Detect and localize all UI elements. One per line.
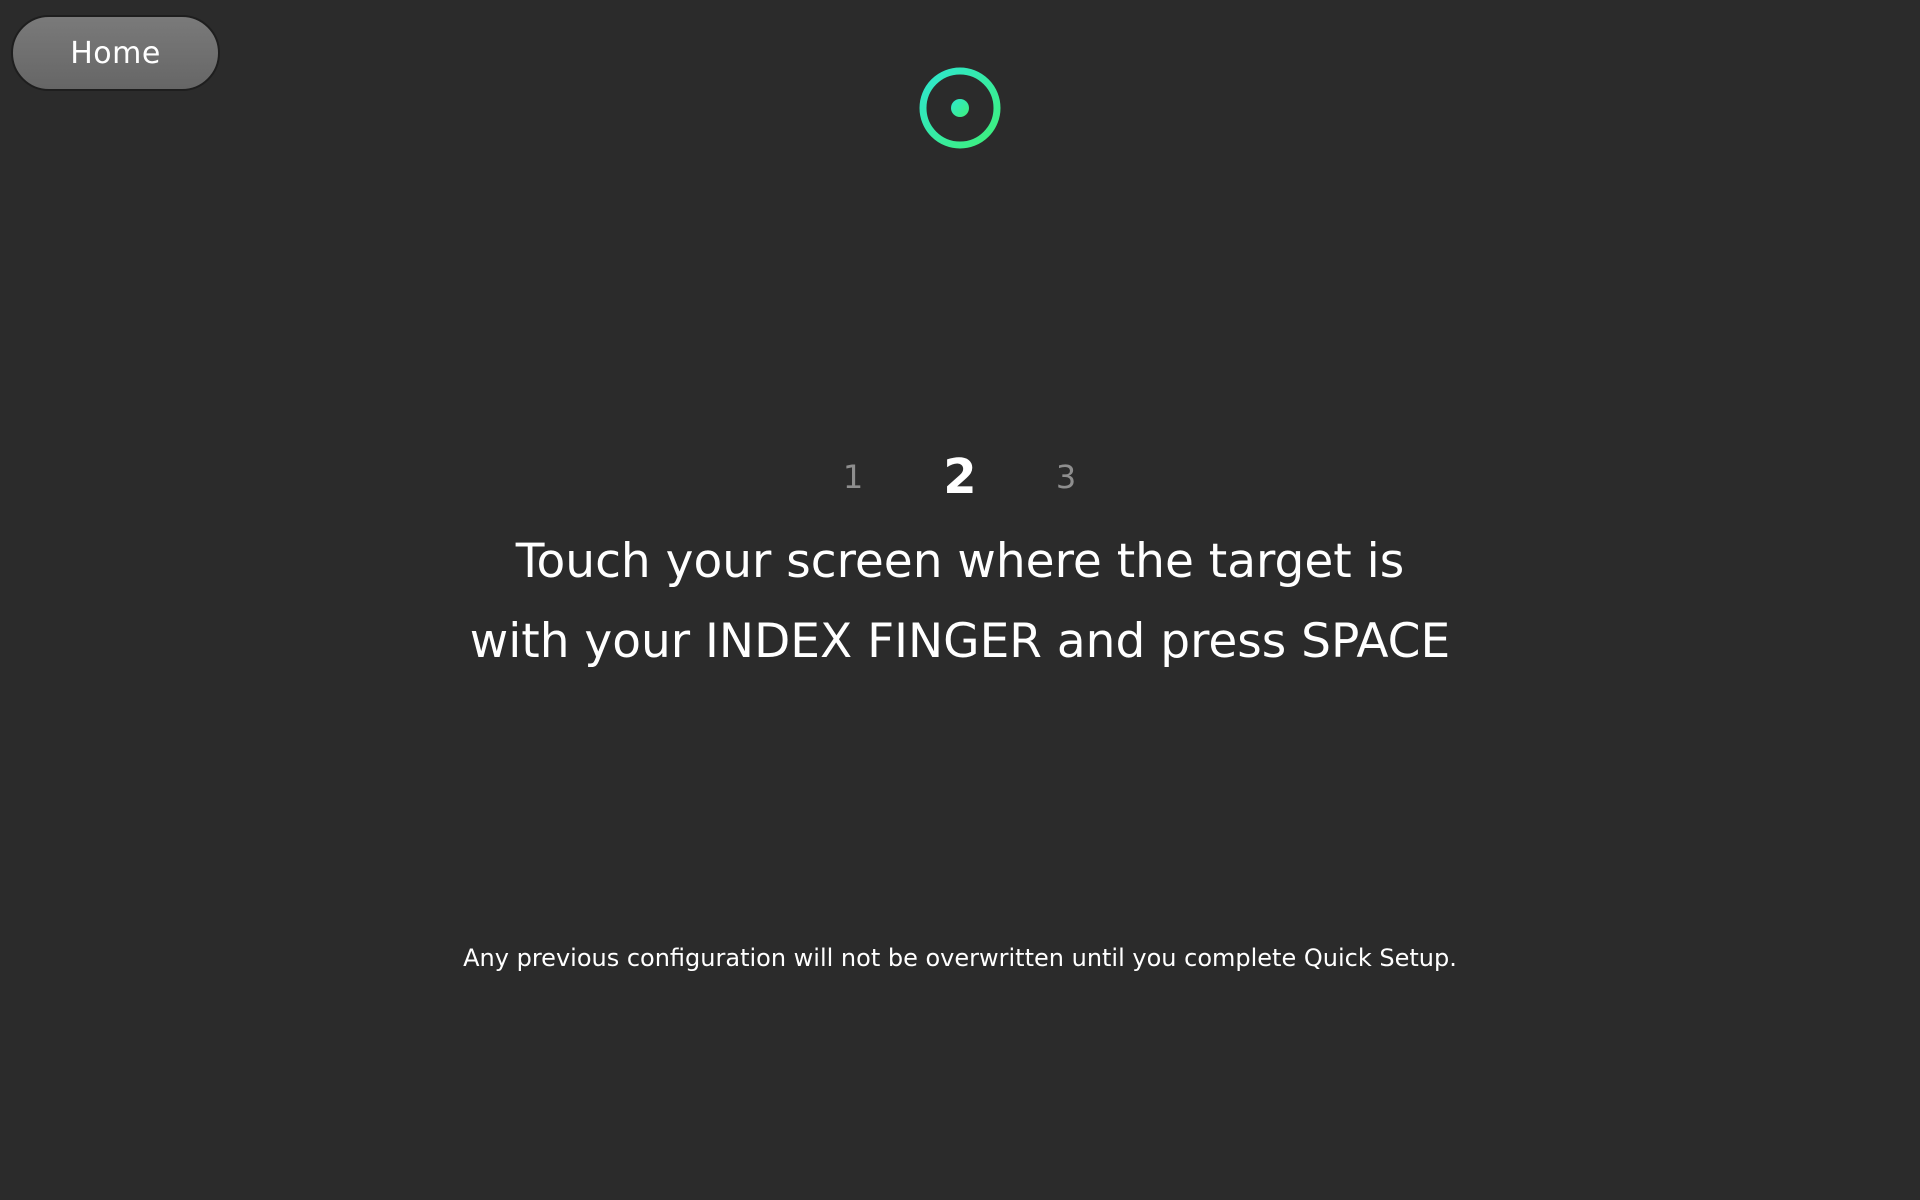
instruction-line-2: with your INDEX FINGER and press SPACE (469, 614, 1451, 669)
home-button[interactable]: Home (11, 15, 220, 91)
instruction-text: Touch your screen where the target is wi… (0, 522, 1920, 682)
step-3-indicator: 3 (1055, 458, 1077, 496)
step-2-indicator-current: 2 (943, 449, 977, 505)
configuration-notice: Any previous configuration will not be o… (463, 944, 1457, 972)
step-indicator: 1 2 3 (0, 442, 1920, 512)
crosshair-target-icon (905, 54, 1015, 164)
quick-setup-screen: Home 1 2 3 Touch your screen where the t… (0, 0, 1920, 1200)
instruction-line-1: Touch your screen where the target is (515, 534, 1405, 589)
step-1-indicator: 1 (842, 458, 864, 496)
